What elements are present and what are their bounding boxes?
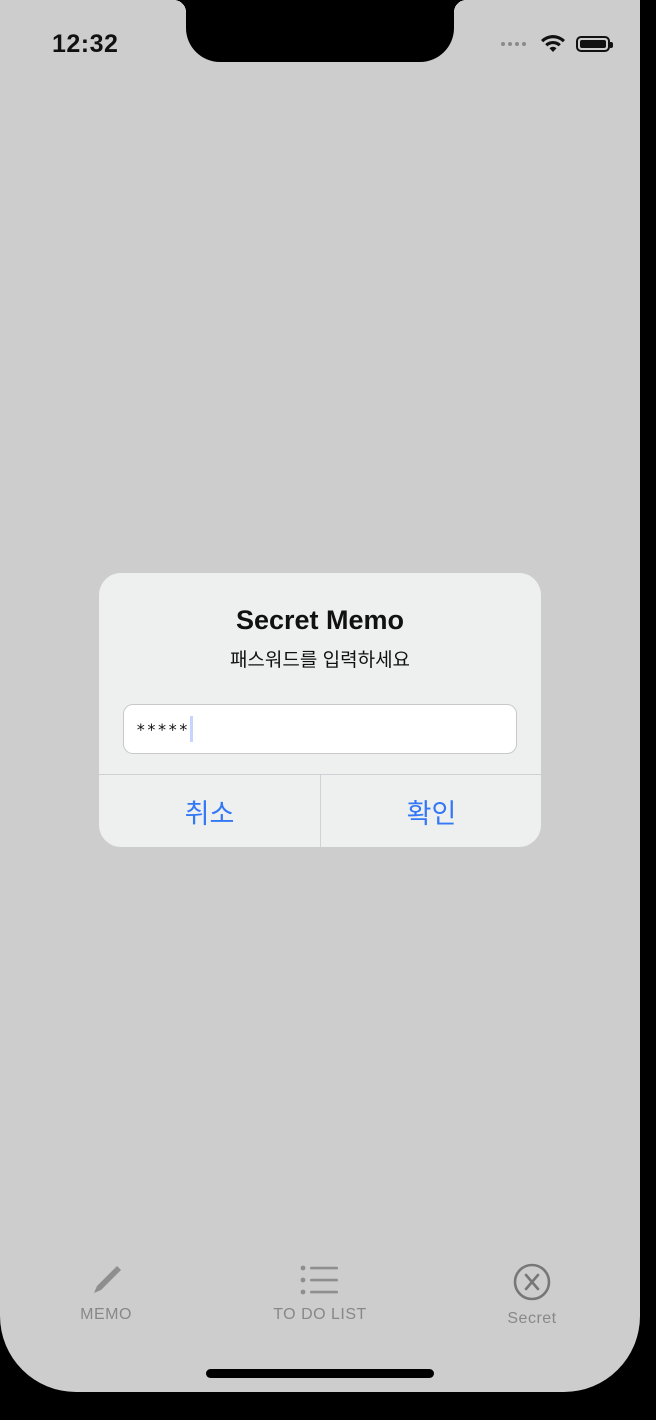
tab-todo-list-label: TO DO LIST [273, 1306, 367, 1323]
password-field[interactable]: ***** [123, 704, 517, 754]
pencil-icon [94, 1266, 121, 1293]
device-frame: 12:32 Secret Memo 패스워드를 입력하세요 ***** 취소 확… [0, 0, 656, 1420]
text-caret [190, 716, 194, 742]
list-icon [300, 1265, 338, 1295]
confirm-button[interactable]: 확인 [321, 775, 541, 847]
wifi-icon [541, 35, 565, 52]
x-circle-icon [513, 1263, 551, 1301]
alert-message: 패스워드를 입력하세요 [229, 650, 411, 671]
tab-secret-label: Secret [507, 1310, 557, 1327]
tab-memo[interactable]: MEMO [26, 1262, 186, 1324]
status-time: 12:32 [52, 30, 119, 58]
home-indicator [206, 1369, 434, 1378]
cancel-button[interactable]: 취소 [99, 775, 320, 847]
tab-todo-list[interactable]: TO DO LIST [240, 1262, 400, 1324]
tab-secret[interactable]: Secret [452, 1262, 612, 1328]
tab-memo-label: MEMO [80, 1306, 132, 1323]
battery-icon [576, 36, 613, 52]
app-screen: 12:32 Secret Memo 패스워드를 입력하세요 ***** 취소 확… [0, 0, 640, 1392]
notch [174, 0, 466, 62]
password-value: ***** [136, 719, 190, 739]
status-icons [501, 34, 613, 54]
signal-icon [501, 42, 526, 46]
password-alert: Secret Memo 패스워드를 입력하세요 ***** 취소 확인 [99, 573, 541, 847]
alert-title: Secret Memo [235, 605, 405, 635]
